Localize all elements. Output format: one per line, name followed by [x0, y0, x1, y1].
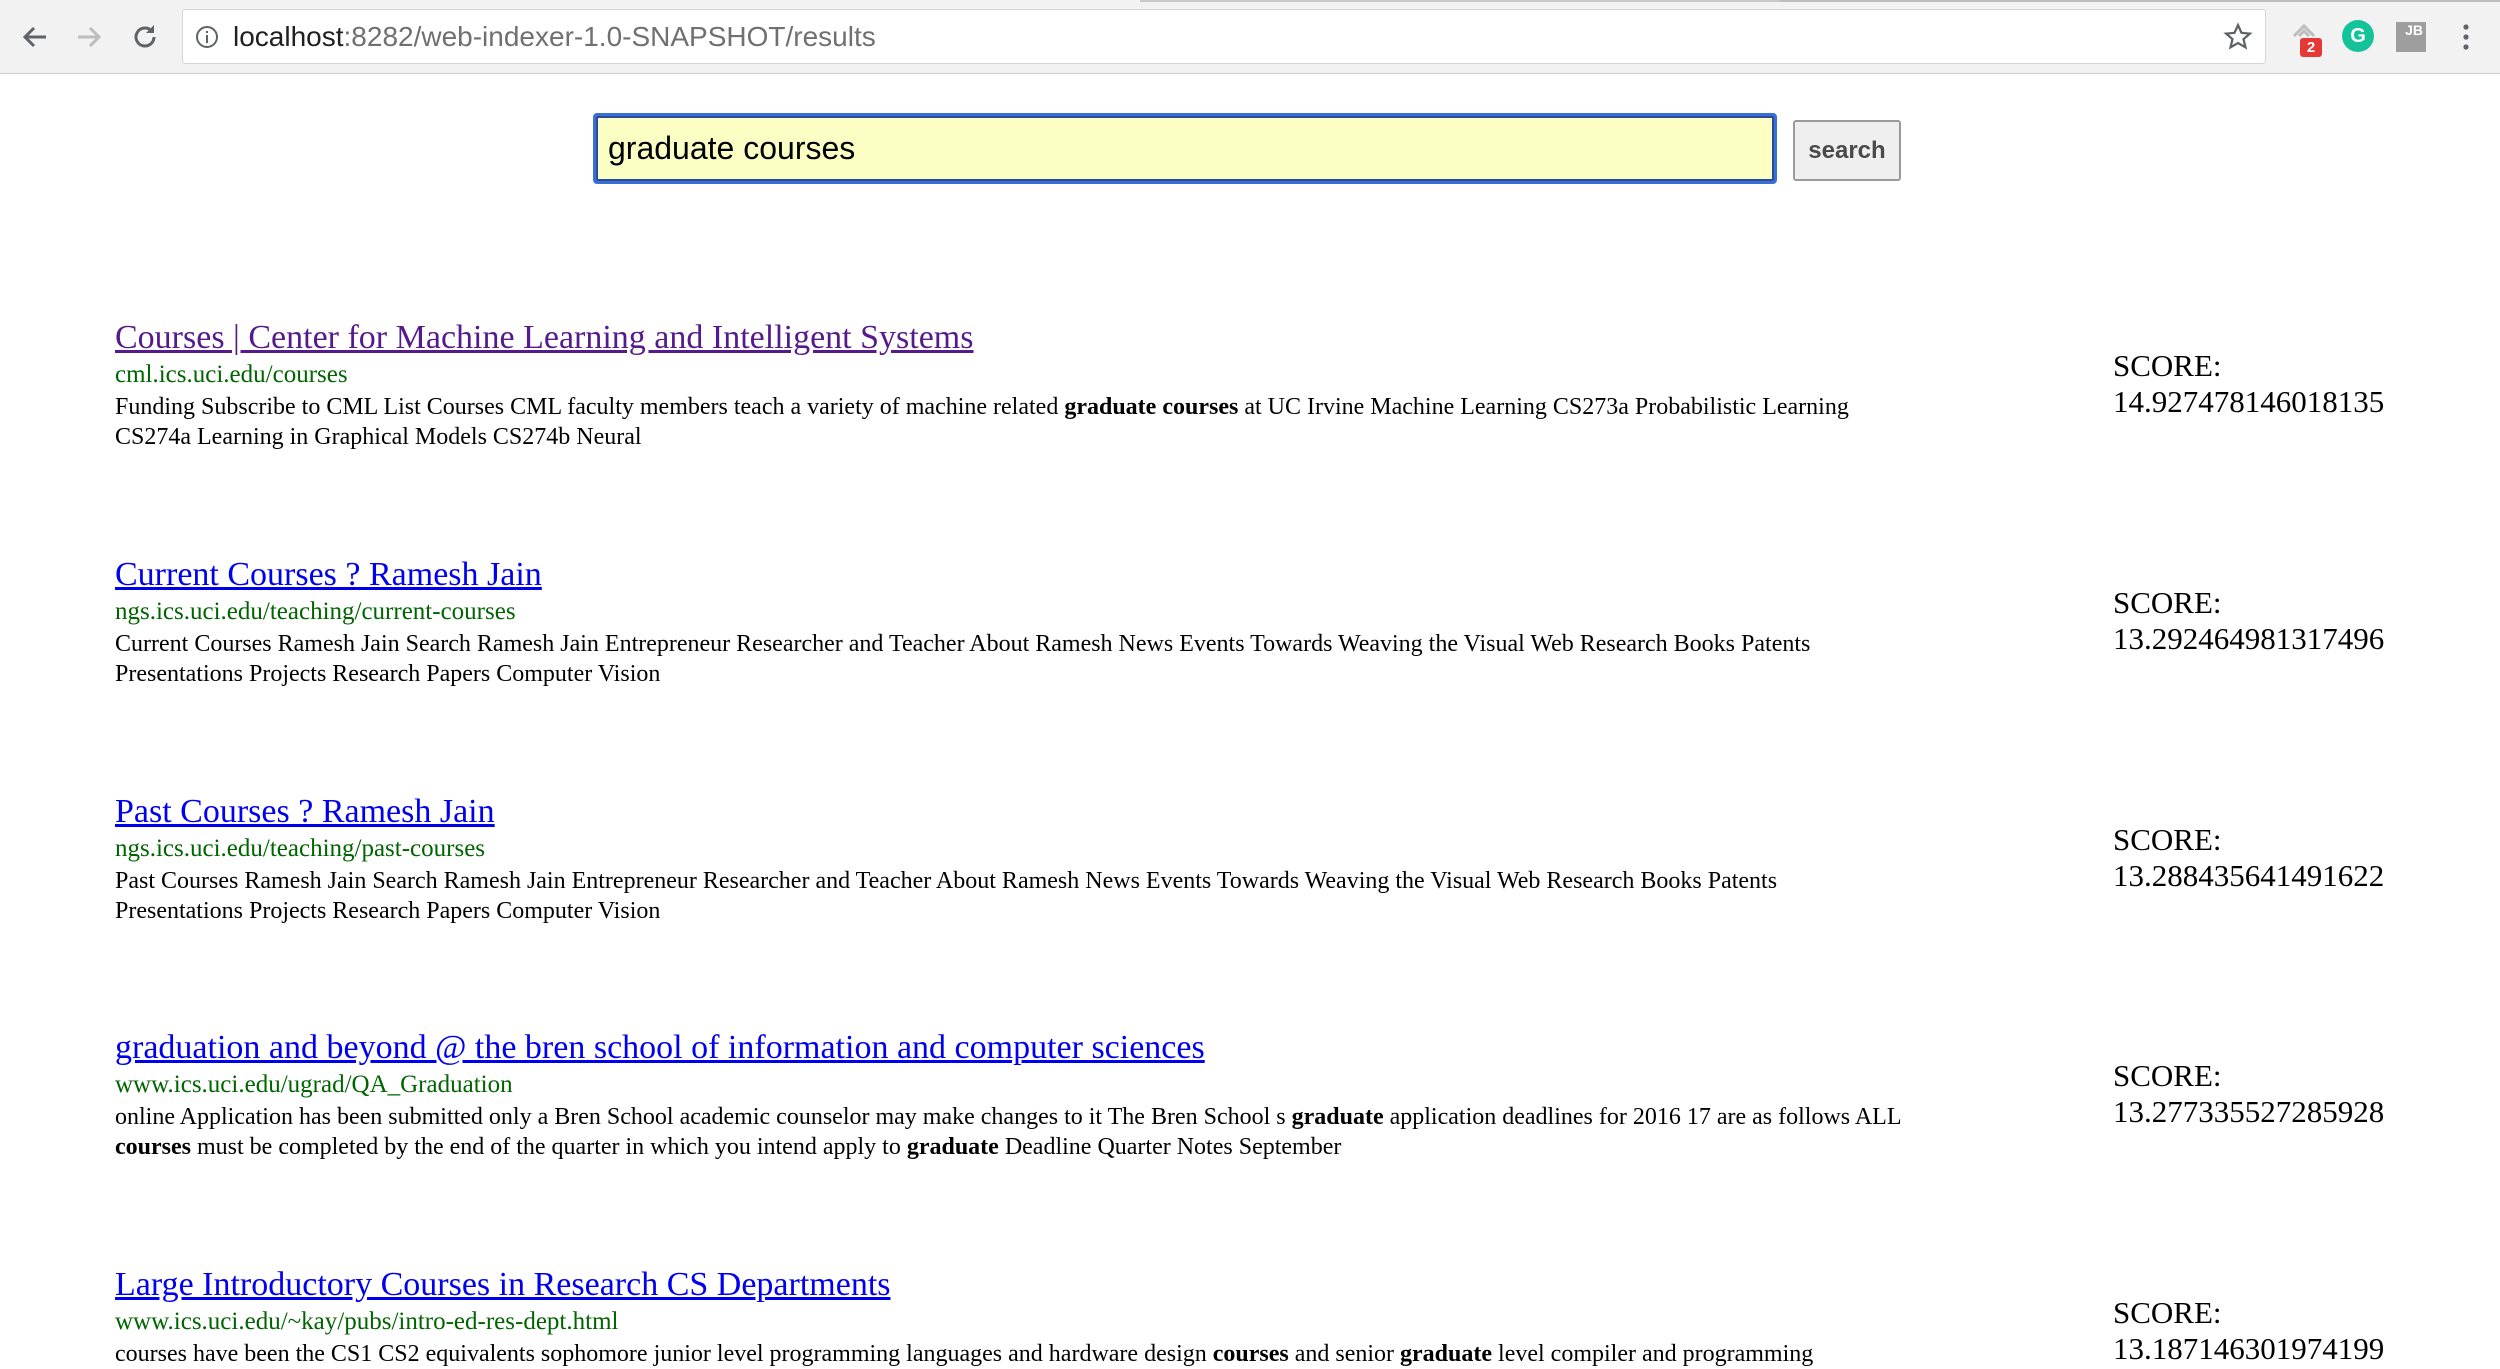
- result-snippet: Funding Subscribe to CML List Courses CM…: [115, 392, 2015, 452]
- result-url: ngs.ics.uci.edu/teaching/current-courses: [115, 598, 516, 625]
- star-icon[interactable]: [2223, 22, 2253, 52]
- snippet-text: and senior: [1288, 1341, 1401, 1367]
- info-icon[interactable]: [195, 25, 219, 49]
- url-host: localhost: [233, 21, 344, 52]
- browser-toolbar: localhost:8282/web-indexer-1.0-SNAPSHOT/…: [0, 0, 2500, 74]
- snippet-highlight: graduate: [1291, 1104, 1384, 1130]
- reload-icon[interactable]: [126, 18, 164, 56]
- address-url[interactable]: localhost:8282/web-indexer-1.0-SNAPSHOT/…: [233, 10, 876, 63]
- result-item: Current Courses ? Ramesh Jain ngs.ics.uc…: [115, 555, 2115, 689]
- score-label: SCORE:: [2113, 1295, 2222, 1330]
- snippet-text: must be completed by the end of the quar…: [190, 1134, 907, 1160]
- snippet-text: courses have been the CS1 CS2 equivalent…: [115, 1341, 1213, 1367]
- grammarly-icon[interactable]: G: [2342, 20, 2374, 52]
- result-score: SCORE: 14.927478146018135: [2113, 348, 2433, 420]
- score-value: 13.277335527285928: [2113, 1094, 2385, 1129]
- result-score: SCORE: 13.288435641491622: [2113, 822, 2433, 894]
- snippet-text: Funding Subscribe to CML List Courses CM…: [115, 394, 1065, 420]
- score-value: 14.927478146018135: [2113, 384, 2385, 419]
- result-url: www.ics.uci.edu/ugrad/QA_Graduation: [115, 1071, 513, 1098]
- menu-dots-icon[interactable]: [2458, 22, 2474, 52]
- result-score: SCORE: 13.277335527285928: [2113, 1058, 2433, 1130]
- search-input[interactable]: [593, 113, 1777, 184]
- result-item: graduation and beyond @ the bren school …: [115, 1028, 2115, 1162]
- snippet-highlight: graduate: [906, 1134, 999, 1160]
- result-title-link[interactable]: Past Courses ? Ramesh Jain: [115, 792, 2115, 832]
- result-title-link[interactable]: Current Courses ? Ramesh Jain: [115, 555, 2115, 595]
- snippet-text: Deadline Quarter Notes September: [998, 1134, 1342, 1160]
- result-score: SCORE: 13.187146301974199: [2113, 1295, 2433, 1367]
- tab-strip-edge: [1780, 0, 2500, 2]
- snippet-highlight: graduate courses: [1064, 394, 1239, 420]
- result-item: Large Introductory Courses in Research C…: [115, 1265, 2115, 1369]
- result-url: ngs.ics.uci.edu/teaching/past-courses: [115, 835, 486, 862]
- result-title-link[interactable]: Large Introductory Courses in Research C…: [115, 1265, 2115, 1305]
- score-label: SCORE:: [2113, 348, 2222, 383]
- result-item: Past Courses ? Ramesh Jain ngs.ics.uci.e…: [115, 792, 2115, 926]
- score-label: SCORE:: [2113, 822, 2222, 857]
- snippet-text: CS274a Learning in Graphical Models CS27…: [115, 424, 642, 450]
- result-score: SCORE: 13.292464981317496: [2113, 585, 2433, 657]
- snippet-text: application deadlines for 2016 17 are as…: [1383, 1104, 1902, 1130]
- snippet-text: at UC Irvine Machine Learning CS273a Pro…: [1238, 394, 1849, 420]
- snippet-text: Presentations Projects Research Papers C…: [115, 898, 661, 924]
- address-bar[interactable]: localhost:8282/web-indexer-1.0-SNAPSHOT/…: [182, 9, 2266, 64]
- score-value: 13.292464981317496: [2113, 621, 2385, 656]
- url-path: :8282/web-indexer-1.0-SNAPSHOT/results: [343, 21, 876, 52]
- snippet-text: Presentations Projects Research Papers C…: [115, 661, 661, 687]
- snippet-highlight: graduate: [1400, 1341, 1493, 1367]
- forward-arrow-icon[interactable]: [70, 18, 108, 56]
- result-snippet: Past Courses Ramesh Jain Search Ramesh J…: [115, 866, 2015, 926]
- search-button[interactable]: search: [1793, 120, 1901, 181]
- snippet-text: Past Courses Ramesh Jain Search Ramesh J…: [115, 868, 1778, 894]
- jetbrains-icon[interactable]: JB: [2396, 22, 2426, 52]
- score-label: SCORE:: [2113, 1058, 2222, 1093]
- snippet-highlight: courses: [1212, 1341, 1289, 1367]
- score-label: SCORE:: [2113, 585, 2222, 620]
- snippet-text: level compiler and programming: [1492, 1341, 1814, 1367]
- result-snippet: online Application has been submitted on…: [115, 1102, 2015, 1162]
- snippet-text: Current Courses Ramesh Jain Search Rames…: [115, 631, 1811, 657]
- result-title-link[interactable]: graduation and beyond @ the bren school …: [115, 1028, 2115, 1068]
- score-value: 13.288435641491622: [2113, 858, 2385, 893]
- result-url: www.ics.uci.edu/~kay/pubs/intro-ed-res-d…: [115, 1308, 619, 1335]
- snippet-highlight: courses: [115, 1134, 191, 1160]
- result-url: cml.ics.uci.edu/courses: [115, 361, 348, 388]
- back-arrow-icon[interactable]: [16, 18, 54, 56]
- result-title-link[interactable]: Courses | Center for Machine Learning an…: [115, 318, 2115, 358]
- extension-badge: 2: [2300, 38, 2322, 57]
- result-snippet: courses have been the CS1 CS2 equivalent…: [115, 1339, 2015, 1369]
- snippet-text: online Application has been submitted on…: [115, 1104, 1292, 1130]
- score-value: 13.187146301974199: [2113, 1331, 2385, 1366]
- result-item: Courses | Center for Machine Learning an…: [115, 318, 2115, 452]
- result-snippet: Current Courses Ramesh Jain Search Rames…: [115, 629, 2015, 689]
